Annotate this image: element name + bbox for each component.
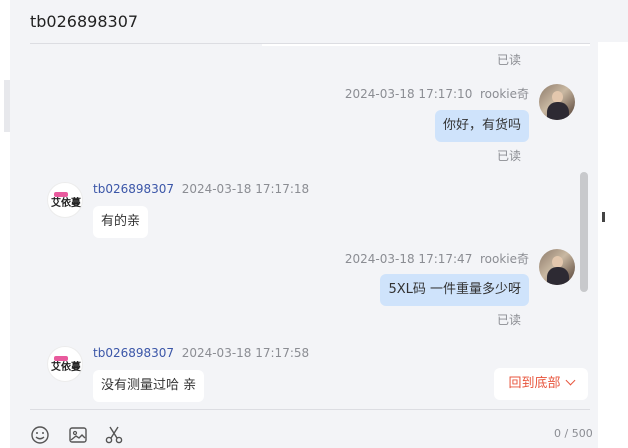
- right-panel-mark: [602, 212, 605, 222]
- char-counter: 0 / 500: [554, 427, 593, 440]
- user-avatar[interactable]: [539, 84, 575, 120]
- right-panel-edge: [598, 42, 628, 448]
- message-time: 2024-03-18 17:17:18: [181, 182, 310, 196]
- header-divider-highlight: [262, 44, 590, 46]
- message-sender: tb026898307: [93, 182, 175, 196]
- back-to-bottom-button[interactable]: 回到底部: [494, 368, 588, 400]
- message-meta: 2024-03-18 17:17:47 rookie奇: [345, 250, 529, 267]
- message-meta: tb026898307 2024-03-18 17:17:58: [93, 346, 309, 360]
- chat-scrollbar[interactable]: [580, 172, 588, 292]
- chat-title: tb026898307: [30, 12, 139, 31]
- message-bubble: 5XL码 一件重量多少呀: [380, 274, 529, 306]
- message-bubble: 你好，有货吗: [434, 110, 529, 142]
- message-time: 2024-03-18 17:17:58: [181, 346, 310, 360]
- shop-avatar[interactable]: 艾依蔓: [47, 182, 83, 218]
- message-bubble: 没有测量过哈 亲: [93, 370, 205, 402]
- message-meta: tb026898307 2024-03-18 17:17:18: [93, 182, 309, 196]
- message-meta: 2024-03-18 17:17:10 rookie奇: [345, 85, 529, 102]
- shop-avatar-text: 艾依蔓: [51, 362, 81, 373]
- shop-avatar[interactable]: 艾依蔓: [47, 346, 83, 382]
- scissors-icon[interactable]: [104, 425, 124, 445]
- read-status: 已读: [497, 53, 522, 67]
- shop-avatar-text: 艾依蔓: [51, 198, 81, 209]
- message-bubble: 有的亲: [93, 206, 149, 238]
- message-time: 2024-03-18 17:17:47: [344, 252, 473, 266]
- message-time: 2024-03-18 17:17:10: [344, 87, 473, 101]
- input-divider: [30, 409, 590, 410]
- chat-window: tb026898307 已读 2024-03-18 17:17:10 rooki…: [10, 0, 598, 448]
- chevron-down-icon: [565, 375, 575, 386]
- message-sender: rookie奇: [479, 87, 529, 101]
- read-status: 已读: [497, 313, 522, 327]
- emoji-icon[interactable]: [30, 425, 50, 445]
- user-avatar[interactable]: [539, 249, 575, 285]
- back-to-bottom-label: 回到底部: [508, 376, 561, 391]
- image-icon[interactable]: [68, 425, 88, 445]
- message-sender: rookie奇: [479, 252, 529, 266]
- read-status: 已读: [497, 149, 522, 163]
- message-sender: tb026898307: [93, 346, 175, 360]
